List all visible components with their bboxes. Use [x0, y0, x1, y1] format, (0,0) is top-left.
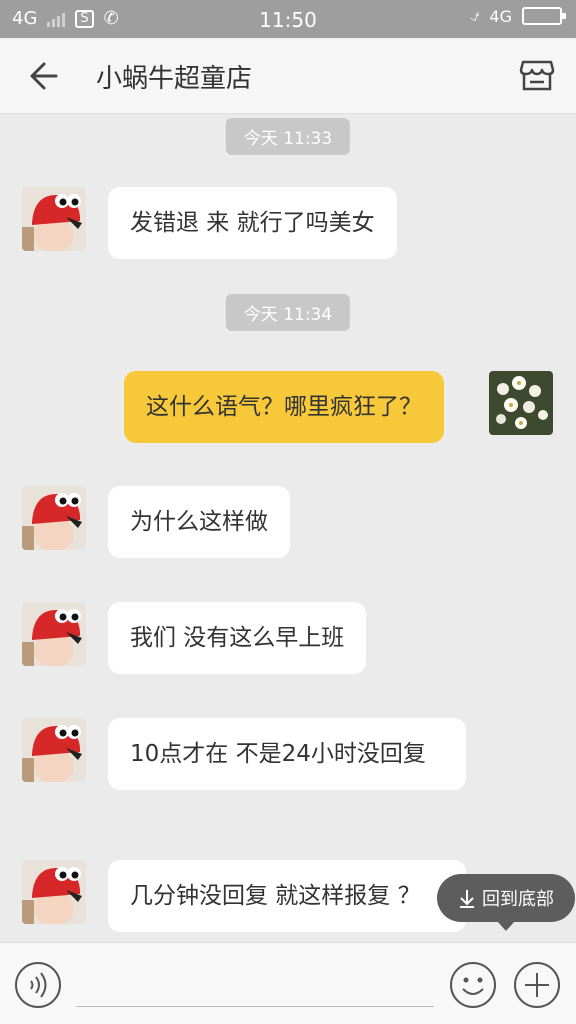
message-timestamp: 今天 11:34	[225, 294, 351, 331]
status-right: ⍻ 4G	[470, 6, 566, 26]
avatar-child-red-hat-icon	[22, 718, 86, 782]
voice-input-icon[interactable]	[14, 961, 62, 1009]
shop-avatar[interactable]	[22, 860, 86, 924]
chat-message-list[interactable]: 今天 11:33 发错退 来 就行了吗美女 今天 11:34 这什么语气？哪里疯…	[0, 114, 576, 942]
shop-avatar[interactable]	[22, 187, 86, 251]
store-icon[interactable]	[518, 56, 556, 94]
incoming-message-bubble[interactable]: 我们 没有这么早上班	[108, 602, 367, 674]
avatar-child-red-hat-icon	[22, 860, 86, 924]
shop-avatar[interactable]	[22, 486, 86, 550]
battery-icon	[522, 7, 566, 25]
scroll-to-bottom-label: 回到底部	[482, 889, 554, 910]
emoji-icon[interactable]	[449, 961, 497, 1009]
mute-icon: ⍻	[470, 6, 480, 26]
incoming-message-bubble[interactable]: 几分钟没回复 就这样报复 ？	[108, 860, 466, 932]
message-input[interactable]	[76, 963, 434, 1007]
scroll-to-bottom-button[interactable]: 回到底部	[437, 874, 575, 931]
user-avatar[interactable]	[489, 371, 553, 435]
incoming-message-bubble[interactable]: 为什么这样做	[108, 486, 290, 558]
avatar-child-red-hat-icon	[22, 602, 86, 666]
avatar-child-red-hat-icon	[22, 187, 86, 251]
add-attachment-icon[interactable]	[513, 961, 561, 1009]
page-title: 小蜗牛超童店	[96, 64, 253, 94]
status-bar: 4G S ✆ 11:50 ⍻ 4G	[0, 0, 576, 38]
message-timestamp: 今天 11:33	[225, 118, 351, 155]
incoming-message-bubble[interactable]: 10点才在 不是24小时没回复	[108, 718, 466, 790]
incoming-message-bubble[interactable]: 发错退 来 就行了吗美女	[108, 187, 397, 259]
arrow-down-icon	[460, 890, 474, 908]
shop-avatar[interactable]	[22, 718, 86, 782]
chat-header: 小蜗牛超童店	[0, 38, 576, 114]
message-input-bar	[0, 942, 576, 1024]
avatar-child-red-hat-icon	[22, 486, 86, 550]
back-arrow-icon[interactable]	[26, 58, 66, 94]
shop-avatar[interactable]	[22, 602, 86, 666]
network-type-right: 4G	[489, 6, 512, 26]
avatar-white-flowers-icon	[489, 371, 553, 435]
outgoing-message-bubble[interactable]: 这什么语气？哪里疯狂了？	[124, 371, 444, 443]
